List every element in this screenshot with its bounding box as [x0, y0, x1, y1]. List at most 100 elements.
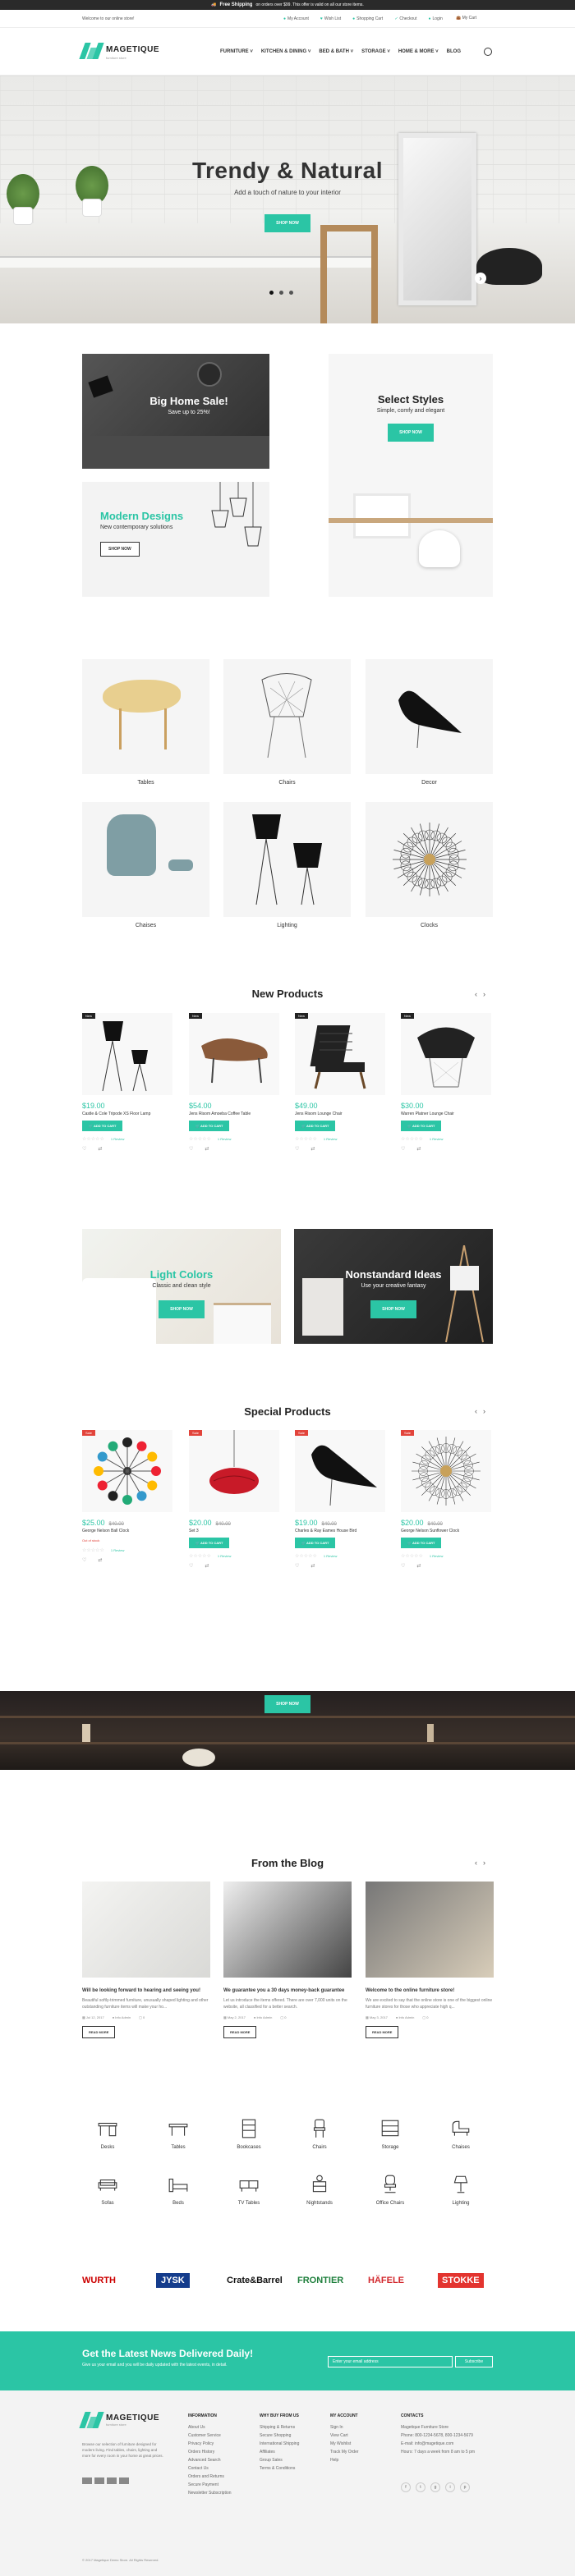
footer-link[interactable]: Orders and Returns: [188, 2474, 254, 2479]
product-card[interactable]: Sale $19.00 $40.00 Charles & Ray Eames Hous…: [295, 1430, 385, 1569]
nav-bed-bath[interactable]: BED & BATH ˅: [319, 49, 353, 54]
footer-link[interactable]: Privacy Policy: [188, 2441, 254, 2446]
icon-category-tv-table[interactable]: TV Tables: [220, 2174, 278, 2206]
nav-storage[interactable]: STORAGE ˅: [361, 49, 390, 54]
newsletter-subscribe-button[interactable]: Subscribe: [455, 2356, 493, 2367]
brand-logo[interactable]: WURTH: [82, 2276, 116, 2285]
mini-cart-button[interactable]: 👜 My Cart: [456, 16, 476, 21]
review-count[interactable]: 1 Review: [324, 1554, 337, 1558]
hero-shop-now-button[interactable]: SHOP NOW: [264, 214, 310, 232]
category-tables[interactable]: [82, 659, 209, 774]
footer-link[interactable]: Secure Payment: [188, 2482, 254, 2487]
product-image[interactable]: Sale: [295, 1430, 385, 1512]
product-card[interactable]: Sale $20.00 $40.00 George Nelson Sunflower …: [401, 1430, 491, 1569]
banner-big-home-sale[interactable]: Big Home Sale! Save up to 25%!: [82, 354, 269, 469]
bookshelf-shop-now-button[interactable]: SHOP NOW: [264, 1695, 310, 1713]
nav-furniture[interactable]: FURNITURE ˅: [220, 49, 253, 54]
facebook-icon[interactable]: f: [401, 2482, 411, 2492]
brand-logo[interactable]: FRONTIER: [297, 2276, 343, 2285]
product-card[interactable]: New $19.00 Castle & Cole Tripode XS Floor …: [82, 1013, 172, 1152]
review-count[interactable]: 1 Review: [324, 1137, 337, 1141]
google-plus-icon[interactable]: g: [430, 2482, 440, 2492]
footer-link[interactable]: Advanced Search: [188, 2458, 254, 2463]
category-label[interactable]: Decor: [366, 780, 493, 786]
wishlist-link[interactable]: ♥ Wish List: [320, 16, 341, 21]
blog-post-title[interactable]: Will be looking forward to hearing and s…: [82, 1987, 210, 1994]
banner-shop-now-button[interactable]: SHOP NOW: [159, 1300, 205, 1318]
add-to-cart-button[interactable]: 🛒 ADD TO CART: [401, 1538, 442, 1548]
category-label[interactable]: Clocks: [366, 923, 493, 928]
nav-home-more[interactable]: HOME & MORE ˅: [398, 49, 439, 54]
review-count[interactable]: 1 Review: [111, 1137, 124, 1141]
compare-icon[interactable]: ⇄: [98, 1146, 102, 1152]
wishlist-icon[interactable]: ♡: [295, 1146, 299, 1152]
product-name[interactable]: Set 3: [189, 1529, 279, 1533]
slider-dot[interactable]: [269, 291, 274, 295]
wishlist-icon[interactable]: ♡: [189, 1146, 193, 1152]
wishlist-icon[interactable]: ♡: [189, 1563, 193, 1569]
next-slide-icon[interactable]: ›: [475, 273, 486, 284]
read-more-button[interactable]: READ MORE: [82, 2026, 116, 2039]
product-card[interactable]: New $54.00 Jens Risom Amoeba Coffee Table 🛒…: [189, 1013, 279, 1152]
footer-link[interactable]: Affiliates: [260, 2450, 325, 2455]
product-image[interactable]: Sale: [82, 1430, 172, 1512]
blog-post-title[interactable]: Welcome to the online furniture store!: [366, 1987, 494, 1994]
shopping-cart-link[interactable]: ● Shopping Cart: [352, 16, 383, 21]
search-icon[interactable]: [484, 48, 492, 56]
product-image[interactable]: Sale: [401, 1430, 491, 1512]
footer-link[interactable]: International Shipping: [260, 2441, 325, 2446]
slider-dot[interactable]: [279, 291, 283, 295]
footer-link[interactable]: Contact Us: [188, 2466, 254, 2471]
product-image[interactable]: Sale: [189, 1430, 279, 1512]
product-name[interactable]: George Nelson Sunflower Clock: [401, 1529, 491, 1533]
product-card[interactable]: Sale $20.00 $40.00 Set 3 🛒 ADD TO CART ☆☆☆☆☆ 1…: [189, 1430, 279, 1569]
category-label[interactable]: Tables: [82, 780, 209, 786]
wishlist-icon[interactable]: ♡: [82, 1557, 86, 1563]
icon-category-office-chair[interactable]: Office Chairs: [361, 2174, 419, 2206]
product-image[interactable]: New: [189, 1013, 279, 1095]
compare-icon[interactable]: ⇄: [205, 1563, 209, 1569]
instagram-icon[interactable]: i: [445, 2482, 455, 2492]
product-name[interactable]: Warren Platner Lounge Chair: [401, 1112, 491, 1116]
add-to-cart-button[interactable]: 🛒 ADD TO CART: [189, 1538, 230, 1548]
compare-icon[interactable]: ⇄: [310, 1146, 315, 1152]
banner-shop-now-button[interactable]: SHOP NOW: [370, 1300, 416, 1318]
account-link[interactable]: ● My Account: [283, 16, 309, 21]
footer-link[interactable]: Shipping & Returns: [260, 2425, 325, 2430]
icon-category-bed[interactable]: Beds: [150, 2174, 207, 2206]
nav-blog[interactable]: BLOG: [447, 49, 461, 54]
product-name[interactable]: George Nelson Ball Clock: [82, 1529, 172, 1533]
category-decor[interactable]: [366, 659, 493, 774]
compare-icon[interactable]: ⇄: [310, 1563, 315, 1569]
wishlist-icon[interactable]: ♡: [82, 1146, 86, 1152]
product-card[interactable]: Sale $25.00 $40.00 George Nelson Ball Clock…: [82, 1430, 172, 1563]
icon-category-storage[interactable]: Storage: [361, 2118, 419, 2150]
footer-link[interactable]: View Cart: [330, 2433, 396, 2438]
footer-link[interactable]: Group Sales: [260, 2458, 325, 2463]
prev-arrow-icon[interactable]: ‹: [475, 1407, 483, 1415]
banner-select-styles[interactable]: Select Styles Simple, comfy and elegant …: [329, 354, 493, 597]
icon-category-chair[interactable]: Chairs: [291, 2118, 348, 2150]
banner-nonstandard-ideas[interactable]: Nonstandard Ideas Use your creative fant…: [294, 1229, 493, 1344]
brand-logo[interactable]: HÄFELE: [368, 2276, 404, 2285]
icon-category-table[interactable]: Tables: [150, 2118, 207, 2150]
banner-modern-designs[interactable]: Modern Designs New contemporary solution…: [82, 482, 269, 597]
footer-link[interactable]: My Wishlist: [330, 2441, 396, 2446]
blog-post-image[interactable]: [82, 1882, 210, 1978]
product-name[interactable]: Jens Risom Amoeba Coffee Table: [189, 1112, 279, 1116]
category-label[interactable]: Chaises: [82, 923, 209, 928]
footer-link[interactable]: Help: [330, 2458, 396, 2463]
icon-category-lamp[interactable]: Lighting: [432, 2174, 490, 2206]
add-to-cart-button[interactable]: 🛒 ADD TO CART: [401, 1121, 442, 1131]
next-arrow-icon[interactable]: ›: [483, 1407, 491, 1415]
footer-link[interactable]: Secure Shopping: [260, 2433, 325, 2438]
add-to-cart-button[interactable]: 🛒 ADD TO CART: [295, 1538, 336, 1548]
product-image[interactable]: New: [295, 1013, 385, 1095]
product-name[interactable]: Castle & Cole Tripode XS Floor Lamp: [82, 1112, 172, 1116]
icon-category-chaise[interactable]: Chaises: [432, 2118, 490, 2150]
blog-post-image[interactable]: [223, 1882, 352, 1978]
product-card[interactable]: New $49.00 Jens Risom Lounge Chair 🛒 ADD TO…: [295, 1013, 385, 1152]
icon-category-nightstand[interactable]: Nightstands: [291, 2174, 348, 2206]
site-logo[interactable]: MAGETIQUE furniture store: [79, 41, 159, 60]
prev-arrow-icon[interactable]: ‹: [475, 990, 483, 998]
